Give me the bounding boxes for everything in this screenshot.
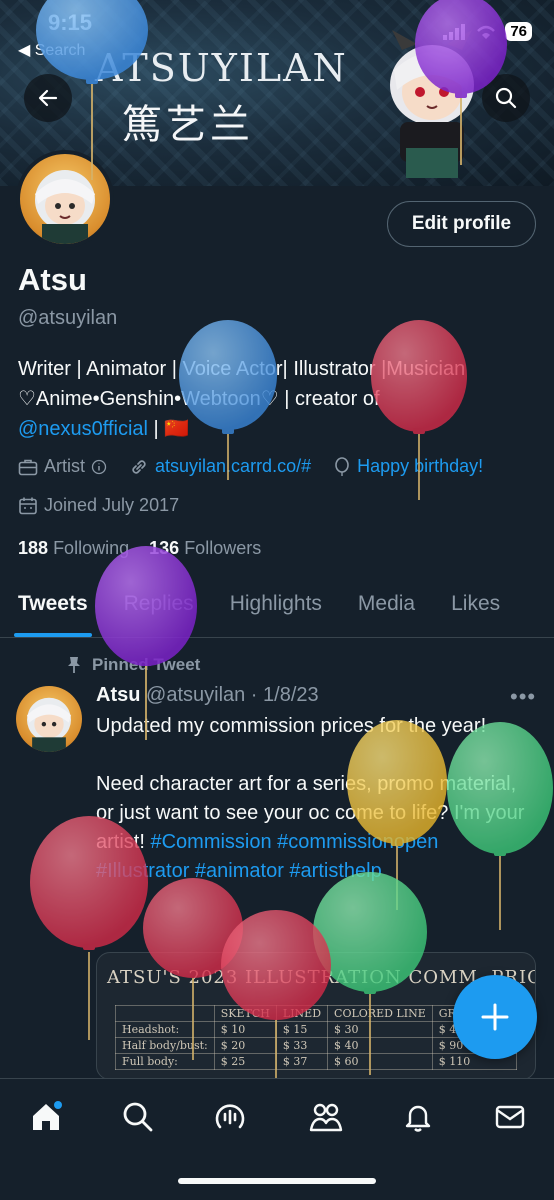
price-cell: $ 20 — [213, 1037, 277, 1054]
price-cell: $ 37 — [275, 1053, 329, 1070]
tab-replies[interactable]: Replies — [106, 584, 212, 637]
price-cell: $ 10 — [213, 1021, 277, 1038]
bell-icon — [405, 1105, 431, 1132]
tweet-avatar-art — [27, 697, 71, 752]
compose-tweet-button[interactable] — [453, 975, 537, 1059]
info-icon — [91, 459, 107, 474]
profile-handle: @atsuyilan — [18, 307, 118, 329]
banner-title: ATSUYILAN — [95, 46, 348, 90]
follow-counts: 188 Following 136 Followers — [18, 538, 261, 559]
bio-line-2: ♡Anime•Genshin•Webtoon♡ | creator of — [18, 388, 380, 410]
profile-birthday: Happy birthday! — [333, 456, 483, 477]
balloon-icon — [335, 456, 349, 476]
price-cell: $ 25 — [213, 1053, 277, 1070]
price-col-empty — [115, 1005, 215, 1022]
profile-tabs: Tweets Replies Highlights Media Likes — [0, 584, 554, 638]
bio-line-3: @nexus0fficial | 🇨🇳 — [18, 414, 538, 444]
price-cell: $ 30 — [327, 1021, 433, 1038]
home-indicator[interactable] — [178, 1178, 376, 1184]
followers-link[interactable]: 136 Followers — [149, 538, 261, 558]
nav-search[interactable] — [118, 1097, 158, 1137]
followers-label: Followers — [184, 538, 262, 558]
banner-chinese-title: 篤艺兰 — [122, 102, 254, 148]
avatar-character-art — [35, 170, 95, 244]
following-label: Following — [53, 538, 130, 558]
tweet-avatar[interactable] — [16, 686, 82, 752]
profile-category[interactable]: Artist — [18, 456, 107, 477]
search-button[interactable] — [482, 74, 530, 122]
profile-website-link[interactable]: atsuyilan.carrd.co/# — [155, 456, 311, 477]
profile-name: Atsu — [18, 262, 87, 297]
wifi-icon — [477, 25, 496, 39]
price-cell: $ 40 — [327, 1037, 433, 1054]
tweet-text: Updated my commission prices for the yea… — [96, 712, 536, 886]
tweet-header: Atsu @atsuyilan · 1/8/23 — [96, 684, 319, 707]
mail-icon — [495, 1105, 525, 1129]
cellular-signal-icon — [443, 23, 466, 40]
search-icon — [123, 1102, 153, 1132]
tab-tweets[interactable]: Tweets — [0, 584, 106, 637]
profile-meta-row: Artist atsuyilan.carrd.co/# Happy birthd… — [18, 456, 505, 477]
price-col: LINED — [275, 1005, 329, 1022]
price-row: Half body/bust: $ 20 $ 33 $ 40 $ 90 — [115, 1037, 518, 1054]
price-row-label: Half body/bust: — [115, 1037, 215, 1054]
tweet-hashtags[interactable]: #Commission #commissionopen #Illustrator… — [96, 831, 438, 882]
briefcase-icon — [18, 459, 38, 475]
back-to-search-link[interactable]: ◀ Search — [18, 40, 85, 60]
price-cell: $ 60 — [327, 1053, 433, 1070]
bio-line-1: Writer | Animator | Voice Actor| Illustr… — [18, 358, 466, 380]
followers-count: 136 — [149, 538, 180, 558]
back-arrow-icon — [38, 89, 58, 107]
pinned-label: Pinned Tweet — [92, 655, 201, 674]
bio-mention-link[interactable]: @nexus0fficial — [18, 418, 148, 440]
following-count: 188 — [18, 538, 49, 558]
battery-indicator: 76 — [505, 22, 532, 41]
tab-highlights[interactable]: Highlights — [212, 584, 340, 637]
tweet-author[interactable]: Atsu — [96, 684, 140, 706]
plus-icon — [481, 1003, 509, 1031]
profile-birthday-label: Happy birthday! — [357, 456, 484, 476]
status-icons: 76 — [443, 22, 532, 41]
bio-flag: | 🇨🇳 — [148, 418, 190, 440]
communities-icon — [309, 1103, 343, 1132]
price-row-label: Full body: — [115, 1053, 215, 1070]
nav-notifications[interactable] — [398, 1097, 438, 1137]
price-col: COLORED LINE — [327, 1005, 433, 1022]
pin-icon — [68, 657, 80, 673]
tab-media[interactable]: Media — [340, 584, 433, 637]
link-icon — [132, 459, 146, 474]
status-time: 9:15 — [48, 10, 93, 35]
home-icon — [33, 1101, 62, 1130]
nav-spaces[interactable] — [210, 1097, 250, 1137]
price-row: Full body: $ 25 $ 37 $ 60 $ 110 — [115, 1053, 518, 1070]
balloon — [95, 546, 197, 740]
price-cell: $ 33 — [275, 1037, 329, 1054]
profile-joined-label: Joined July 2017 — [44, 495, 180, 515]
edit-profile-button[interactable]: Edit profile — [387, 201, 536, 247]
tweet-text-line1: Updated my commission prices for the yea… — [96, 715, 487, 737]
calendar-icon — [19, 497, 37, 514]
spaces-icon — [215, 1104, 245, 1129]
tab-likes[interactable]: Likes — [433, 584, 518, 637]
price-row-label: Headshot: — [115, 1021, 215, 1038]
nav-communities[interactable] — [306, 1097, 346, 1137]
search-icon — [495, 87, 517, 109]
back-button[interactable] — [24, 74, 72, 122]
banner-character-art — [390, 30, 474, 178]
profile-avatar[interactable] — [16, 150, 114, 248]
price-cell: $ 15 — [275, 1021, 329, 1038]
profile-bio: Writer | Animator | Voice Actor| Illustr… — [18, 354, 538, 444]
price-col: SKETCH — [213, 1005, 277, 1022]
profile-joined: Joined July 2017 — [18, 495, 201, 516]
nav-home[interactable] — [26, 1097, 66, 1137]
tweet-spacer — [96, 741, 536, 770]
more-icon[interactable]: ••• — [510, 684, 536, 710]
profile-category-label: Artist — [44, 456, 86, 476]
nav-messages[interactable] — [490, 1097, 530, 1137]
pinned-label-row: Pinned Tweet — [66, 655, 200, 675]
following-link[interactable]: 188 Following — [18, 538, 129, 558]
tweet-meta: @atsuyilan · 1/8/23 — [146, 684, 319, 706]
profile-website[interactable]: atsuyilan.carrd.co/# — [129, 456, 311, 477]
